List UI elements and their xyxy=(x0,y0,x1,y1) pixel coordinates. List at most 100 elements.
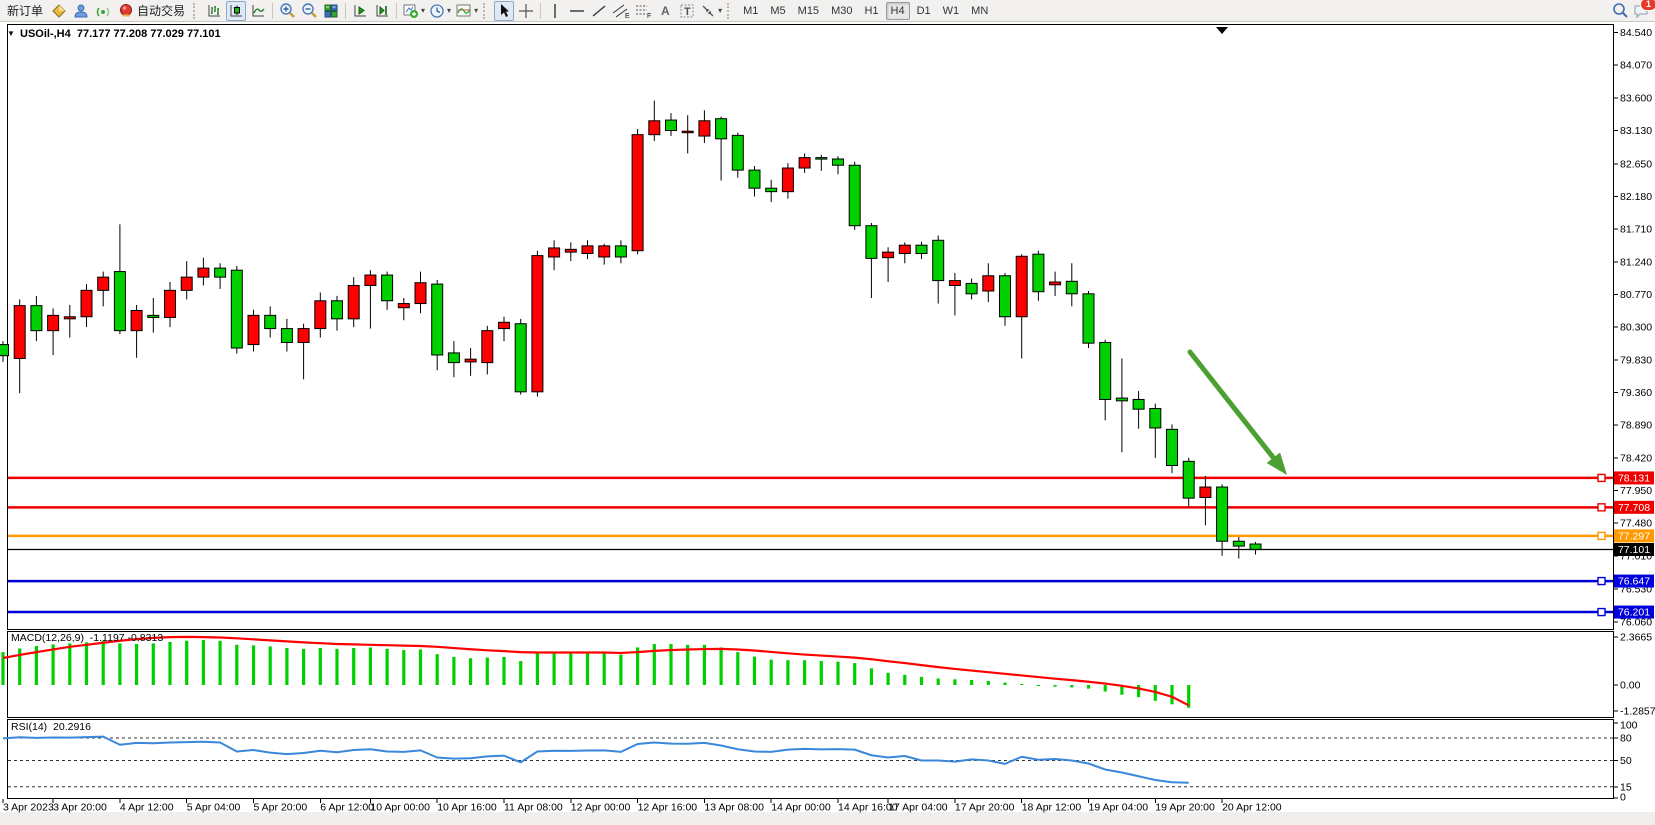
autotrading-button[interactable]: 自动交易 xyxy=(115,1,189,21)
candle-up xyxy=(649,121,660,135)
candle-down xyxy=(148,315,159,317)
trendline-tool-icon[interactable] xyxy=(589,1,609,21)
text-tool-icon[interactable]: A xyxy=(655,1,675,21)
candle-up xyxy=(599,246,610,257)
chart-symbol-period: USOil-,H4 xyxy=(20,28,71,40)
line-handle-77.708[interactable] xyxy=(1598,504,1605,511)
line-handle-76.647[interactable] xyxy=(1598,578,1605,585)
main-toolbar: 新订单 自动交易 ▾ ▾ xyxy=(0,0,1655,22)
line-handle-78.131[interactable] xyxy=(1598,474,1605,481)
price-axis-label: 81.240 xyxy=(1620,256,1652,268)
bar-chart-type-icon[interactable] xyxy=(204,1,224,21)
candle-down xyxy=(766,188,777,191)
candle-up xyxy=(699,121,710,136)
price-axis-label: 78.420 xyxy=(1620,452,1652,464)
candle-down xyxy=(448,353,459,363)
zoom-out-icon[interactable] xyxy=(299,1,319,21)
candle-up xyxy=(1200,487,1211,497)
chart-shift-icon[interactable] xyxy=(372,1,392,21)
candle-down xyxy=(1066,281,1077,294)
candle-up xyxy=(532,256,543,392)
time-axis-label: 10 Apr 00:00 xyxy=(370,802,430,814)
candle-down xyxy=(1133,399,1144,409)
equidistant-channel-tool-icon[interactable]: E xyxy=(611,1,631,21)
chart-ohlc-values: 77.177 77.208 77.029 77.101 xyxy=(77,28,221,40)
timeframe-d1[interactable]: D1 xyxy=(912,2,936,20)
rsi-axis-label: 50 xyxy=(1620,755,1632,767)
zoom-in-icon[interactable] xyxy=(277,1,297,21)
timeframe-h1[interactable]: H1 xyxy=(859,2,883,20)
new-chart-button[interactable]: ▾ xyxy=(401,1,426,21)
timeframe-m5[interactable]: M5 xyxy=(765,2,790,20)
accounts-icon[interactable] xyxy=(71,1,91,21)
price-axis-label: 82.180 xyxy=(1620,191,1652,203)
chevron-down-icon: ▾ xyxy=(718,6,722,15)
price-axis-label: 79.830 xyxy=(1620,354,1652,366)
line-handle-76.201[interactable] xyxy=(1598,609,1605,616)
time-axis-label: 12 Apr 00:00 xyxy=(571,802,631,814)
time-axis-label: 3 Apr 20:00 xyxy=(53,802,107,814)
candle-up xyxy=(398,304,409,308)
candle-down xyxy=(1000,276,1011,317)
macd-pane xyxy=(8,632,1614,718)
market-watch-icon[interactable] xyxy=(49,1,69,21)
candle-up xyxy=(98,277,109,290)
chat-notifications-button[interactable]: 1 xyxy=(1632,1,1652,21)
price-axis-label: 78.890 xyxy=(1620,420,1652,432)
indicators-button[interactable]: ▾ xyxy=(454,1,479,21)
line-chart-type-icon[interactable] xyxy=(248,1,268,21)
chart-canvas[interactable]: 84.54084.07083.60083.13082.65082.18081.7… xyxy=(0,22,1655,825)
candle-down xyxy=(916,245,927,253)
chart-title-collapse-icon[interactable]: ▼ xyxy=(7,29,15,38)
toolbar-separator xyxy=(272,3,273,19)
auto-scroll-icon[interactable] xyxy=(350,1,370,21)
rsi-indicator-label: RSI(14) 20.2916 xyxy=(11,721,91,733)
candle-down xyxy=(382,275,393,301)
rsi-axis-label: 100 xyxy=(1620,720,1638,732)
candle-down xyxy=(515,324,526,392)
candle-up xyxy=(165,290,176,317)
profiles-button[interactable]: ▾ xyxy=(428,1,452,21)
candle-up xyxy=(48,315,59,330)
candle-down xyxy=(666,120,677,130)
timeframe-m30[interactable]: M30 xyxy=(826,2,857,20)
candle-down xyxy=(332,301,343,319)
time-axis-label: 17 Apr 04:00 xyxy=(888,802,948,814)
candle-up xyxy=(198,268,209,277)
price-axis-label: 83.130 xyxy=(1620,125,1652,137)
cursor-icon[interactable] xyxy=(494,1,514,21)
candle-down xyxy=(231,270,242,348)
timeframe-m15[interactable]: M15 xyxy=(793,2,824,20)
timeframe-h4[interactable]: H4 xyxy=(886,2,910,20)
candle-up xyxy=(482,331,493,363)
horizontal-line-tool-icon[interactable] xyxy=(567,1,587,21)
svg-text:T: T xyxy=(684,6,691,18)
arrows-tool-button[interactable]: ▾ xyxy=(699,1,723,21)
search-icon[interactable] xyxy=(1610,1,1630,21)
candle-up xyxy=(883,252,894,258)
candle-down xyxy=(1217,487,1228,541)
crosshair-icon[interactable] xyxy=(516,1,536,21)
new-order-button[interactable]: 新订单 xyxy=(3,1,47,21)
vertical-line-tool-icon[interactable] xyxy=(545,1,565,21)
toolbar-separator xyxy=(193,3,200,19)
time-axis-label: 11 Apr 08:00 xyxy=(504,802,563,814)
timeframe-mn[interactable]: MN xyxy=(966,2,993,20)
signals-icon[interactable] xyxy=(93,1,113,21)
time-axis-label: 4 Apr 12:00 xyxy=(120,802,174,814)
price-level-box-label: 78.131 xyxy=(1618,472,1650,484)
timeframe-m1[interactable]: M1 xyxy=(738,2,763,20)
tile-windows-icon[interactable] xyxy=(321,1,341,21)
timeframe-w1[interactable]: W1 xyxy=(938,2,965,20)
candle-up xyxy=(348,285,359,318)
chart-title: USOil-,H4 77.177 77.208 77.029 77.101 xyxy=(20,28,221,40)
text-label-tool-icon[interactable]: T xyxy=(677,1,697,21)
price-axis-label: 83.600 xyxy=(1620,92,1652,104)
fibonacci-tool-icon[interactable]: F xyxy=(633,1,653,21)
candlestick-chart-type-icon[interactable] xyxy=(226,1,246,21)
chevron-down-icon: ▾ xyxy=(474,6,478,15)
line-handle-77.297[interactable] xyxy=(1598,532,1605,539)
candle-down xyxy=(114,272,125,331)
price-axis-label: 80.300 xyxy=(1620,322,1652,334)
chart-window[interactable]: 84.54084.07083.60083.13082.65082.18081.7… xyxy=(0,22,1655,825)
